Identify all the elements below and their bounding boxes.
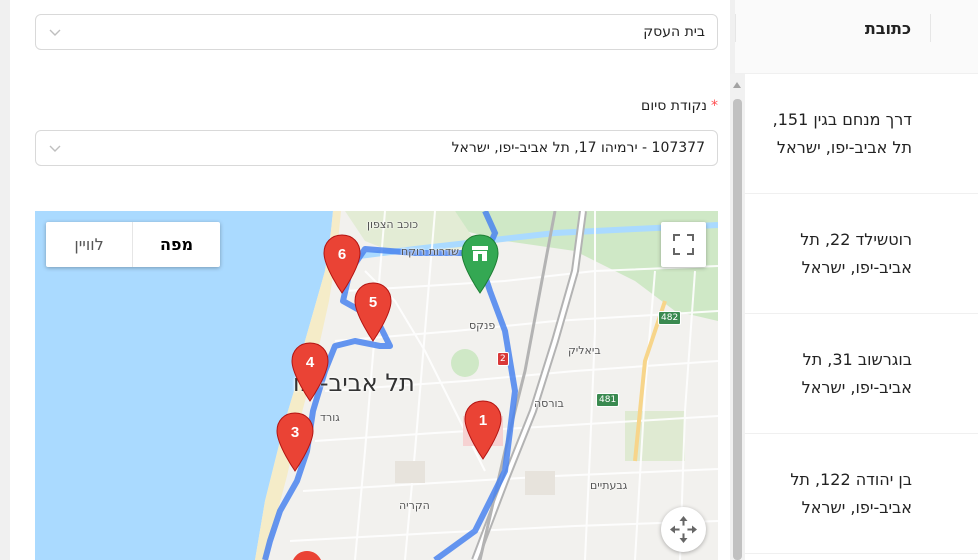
map-label-bialik: ביאליק xyxy=(568,344,601,357)
store-icon[interactable] xyxy=(460,233,500,297)
address-cell: בוגרשוב 31, תל אביב-יפו, ישראל xyxy=(801,350,912,397)
svg-text:6: 6 xyxy=(338,246,346,263)
chevron-down-icon xyxy=(49,145,61,152)
table-row[interactable]: דרך מנחם בגין 151, תל אביב-יפו, ישראל xyxy=(745,74,978,194)
map-label-sderot-rokach: שדרות רוקח xyxy=(401,245,459,258)
map-button[interactable]: מפה xyxy=(133,222,220,267)
address-table: כתובת דרך מנחם בגין 151, תל אביב-יפו, יש… xyxy=(735,0,978,560)
route-marker-4[interactable]: 4 xyxy=(290,341,330,405)
address-cell: דרך מנחם בגין 151, תל אביב-יפו, ישראל xyxy=(772,110,912,157)
map-label-givatayim: גבעתיים xyxy=(590,479,628,492)
required-mark: * xyxy=(711,98,718,114)
column-header-address[interactable]: כתובת xyxy=(865,0,911,58)
road-badge-2: 2 xyxy=(497,352,509,366)
fullscreen-button[interactable] xyxy=(661,222,706,267)
route-marker-3[interactable]: 3 xyxy=(275,411,315,475)
table-scrollbar[interactable] xyxy=(730,74,745,560)
camera-control-button[interactable] xyxy=(661,507,706,552)
map-label-bursa: בורסה xyxy=(534,397,564,410)
address-cell: רוטשילד 22, תל אביב-יפו, ישראל xyxy=(800,230,912,277)
end-point-select[interactable]: 107377 - ירמיהו 17, תל אביב-יפו, ישראל xyxy=(35,130,718,166)
route-marker-1[interactable]: 1 xyxy=(463,399,503,463)
scroll-up-arrow-icon[interactable] xyxy=(733,82,741,88)
chevron-down-icon xyxy=(49,29,61,36)
camera-move-icon xyxy=(670,516,697,543)
address-cell: בן יהודה 122, תל אביב-יפו, ישראל xyxy=(790,470,912,517)
map-label-kirya: הקריה xyxy=(399,499,430,512)
route-planner: בית העסק *נקודת סיום 107377 - ירמיהו 17,… xyxy=(0,0,978,560)
road-badge-482: 482 xyxy=(658,311,682,325)
map-label-kochav-hatzafon: כוכב הצפון xyxy=(367,218,419,231)
route-form: בית העסק *נקודת סיום 107377 - ירמיהו 17,… xyxy=(10,0,730,560)
route-marker-partial[interactable] xyxy=(287,551,327,560)
end-point-value: 107377 - ירמיהו 17, תל אביב-יפו, ישראל xyxy=(451,140,705,156)
map-label-pinkas: פנקס xyxy=(469,319,496,332)
route-marker-6[interactable]: 6 xyxy=(322,233,362,297)
svg-text:3: 3 xyxy=(291,424,299,441)
start-point-value: בית העסק xyxy=(643,24,705,40)
svg-text:4: 4 xyxy=(306,354,315,371)
table-row[interactable]: בוגרשוב 31, תל אביב-יפו, ישראל xyxy=(745,314,978,434)
road-badge-481: 481 xyxy=(596,393,620,407)
map-label-gordon: גורד xyxy=(320,411,340,424)
scrollbar-thumb[interactable] xyxy=(733,99,742,560)
table-row[interactable]: רוטשילד 22, תל אביב-יפו, ישראל xyxy=(745,194,978,314)
route-map[interactable]: תל אביב-יפו כוכב הצפון שדרות רוקח פנקס ב… xyxy=(35,211,718,560)
start-point-select[interactable]: בית העסק xyxy=(35,14,718,50)
satellite-button[interactable]: לוויין xyxy=(46,222,133,267)
svg-text:5: 5 xyxy=(369,294,377,311)
table-row[interactable]: בן יהודה 122, תל אביב-יפו, ישראל xyxy=(745,434,978,554)
fullscreen-icon xyxy=(673,234,694,255)
svg-text:1: 1 xyxy=(479,412,487,429)
table-header: כתובת xyxy=(735,0,978,74)
map-type-control: לוויין מפה xyxy=(46,222,220,267)
end-point-label: *נקודת סיום xyxy=(641,98,718,114)
